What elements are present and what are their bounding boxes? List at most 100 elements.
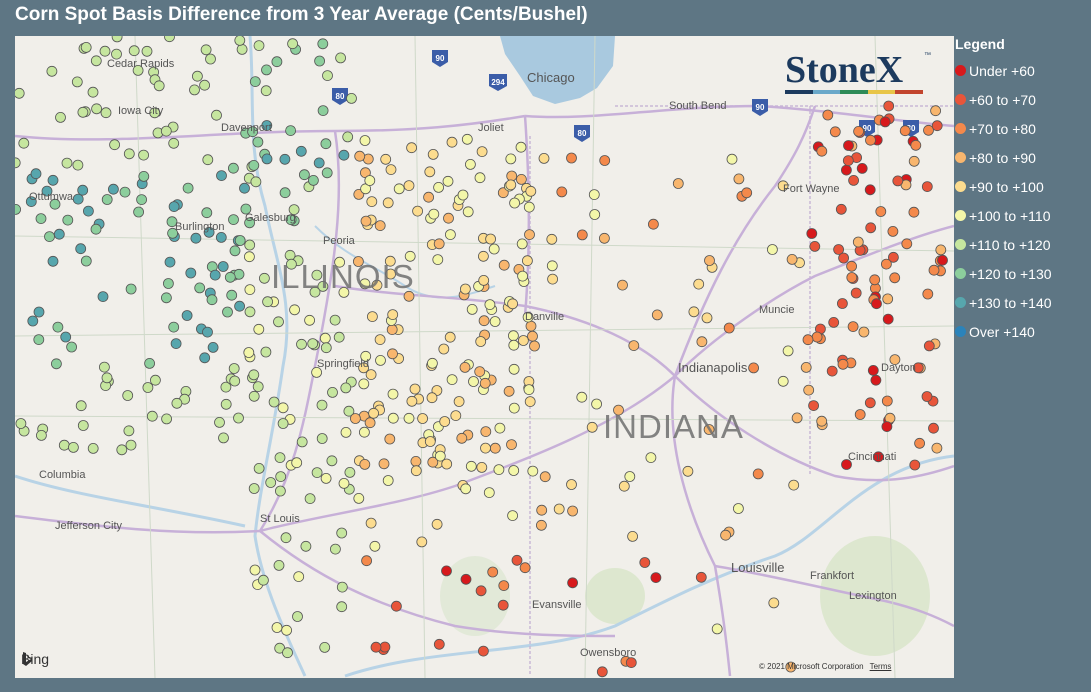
basis-marker[interactable]	[218, 432, 229, 444]
basis-marker[interactable]	[460, 573, 472, 585]
basis-marker[interactable]	[190, 232, 202, 244]
basis-marker[interactable]	[438, 343, 450, 355]
basis-marker[interactable]	[741, 187, 753, 199]
basis-marker[interactable]	[403, 180, 415, 192]
basis-marker[interactable]	[475, 585, 487, 597]
basis-marker[interactable]	[651, 309, 663, 321]
basis-marker[interactable]	[704, 255, 715, 266]
basis-marker[interactable]	[433, 181, 445, 193]
basis-marker[interactable]	[35, 213, 47, 225]
basis-marker[interactable]	[321, 167, 333, 179]
basis-marker[interactable]	[319, 332, 331, 344]
basis-marker[interactable]	[329, 543, 341, 555]
basis-marker[interactable]	[881, 421, 893, 433]
basis-marker[interactable]	[15, 157, 21, 169]
basis-marker[interactable]	[317, 38, 329, 50]
basis-marker[interactable]	[206, 294, 218, 306]
basis-marker[interactable]	[811, 331, 823, 343]
basis-marker[interactable]	[791, 412, 803, 424]
basis-marker[interactable]	[333, 331, 345, 343]
basis-marker[interactable]	[627, 530, 638, 542]
basis-marker[interactable]	[869, 274, 881, 286]
basis-marker[interactable]	[536, 504, 548, 516]
basis-marker[interactable]	[90, 223, 102, 235]
basis-marker[interactable]	[599, 155, 611, 166]
basis-marker[interactable]	[164, 256, 176, 268]
basis-marker[interactable]	[503, 385, 515, 397]
basis-marker[interactable]	[434, 450, 446, 462]
basis-marker[interactable]	[91, 103, 102, 115]
basis-marker[interactable]	[931, 120, 943, 132]
basis-marker[interactable]	[75, 400, 87, 412]
basis-marker[interactable]	[358, 426, 370, 438]
basis-marker[interactable]	[816, 145, 828, 157]
basis-marker[interactable]	[523, 384, 535, 396]
basis-marker[interactable]	[479, 377, 491, 389]
basis-marker[interactable]	[369, 540, 381, 552]
basis-marker[interactable]	[80, 41, 92, 53]
basis-marker[interactable]	[360, 215, 372, 227]
basis-marker[interactable]	[60, 331, 72, 343]
basis-marker[interactable]	[366, 196, 378, 208]
basis-marker[interactable]	[160, 125, 172, 137]
basis-marker[interactable]	[786, 253, 798, 265]
basis-marker[interactable]	[433, 638, 445, 650]
basis-marker[interactable]	[556, 186, 568, 198]
basis-marker[interactable]	[292, 611, 303, 622]
basis-marker[interactable]	[244, 306, 256, 318]
basis-marker[interactable]	[122, 390, 134, 401]
basis-marker[interactable]	[279, 187, 291, 199]
basis-marker[interactable]	[205, 53, 216, 65]
basis-marker[interactable]	[200, 44, 212, 56]
basis-marker[interactable]	[485, 233, 497, 245]
basis-marker[interactable]	[444, 331, 456, 343]
basis-marker[interactable]	[261, 153, 273, 165]
basis-marker[interactable]	[336, 527, 348, 539]
basis-marker[interactable]	[466, 303, 478, 315]
basis-marker[interactable]	[233, 412, 244, 424]
basis-marker[interactable]	[317, 105, 329, 116]
basis-marker[interactable]	[291, 457, 303, 469]
basis-marker[interactable]	[386, 324, 398, 336]
basis-marker[interactable]	[236, 43, 248, 55]
basis-marker[interactable]	[327, 386, 338, 398]
basis-marker[interactable]	[701, 312, 713, 324]
basis-marker[interactable]	[882, 293, 894, 305]
basis-marker[interactable]	[281, 624, 293, 636]
basis-marker[interactable]	[539, 471, 551, 483]
basis-marker[interactable]	[374, 334, 386, 346]
basis-marker[interactable]	[243, 251, 255, 263]
basis-marker[interactable]	[922, 288, 934, 300]
basis-marker[interactable]	[464, 158, 476, 170]
basis-marker[interactable]	[47, 174, 59, 186]
basis-marker[interactable]	[125, 283, 137, 295]
basis-marker[interactable]	[340, 382, 352, 394]
basis-marker[interactable]	[867, 364, 879, 376]
basis-marker[interactable]	[316, 433, 328, 444]
basis-marker[interactable]	[227, 162, 239, 174]
basis-marker[interactable]	[295, 145, 307, 157]
basis-marker[interactable]	[285, 125, 297, 136]
basis-marker[interactable]	[271, 56, 283, 68]
basis-marker[interactable]	[279, 153, 291, 165]
basis-marker[interactable]	[319, 642, 331, 653]
basis-marker[interactable]	[250, 176, 262, 188]
basis-marker[interactable]	[508, 339, 520, 351]
basis-marker[interactable]	[326, 455, 338, 467]
basis-marker[interactable]	[937, 254, 948, 266]
basis-marker[interactable]	[624, 471, 636, 482]
basis-marker[interactable]	[387, 309, 399, 321]
basis-marker[interactable]	[224, 271, 236, 283]
basis-marker[interactable]	[202, 326, 213, 338]
basis-marker[interactable]	[696, 336, 708, 348]
basis-marker[interactable]	[261, 64, 272, 76]
basis-marker[interactable]	[462, 206, 474, 218]
basis-marker[interactable]	[723, 322, 735, 334]
basis-marker[interactable]	[66, 341, 77, 353]
basis-marker[interactable]	[313, 157, 325, 169]
basis-marker[interactable]	[509, 197, 521, 209]
basis-marker[interactable]	[15, 87, 25, 99]
basis-marker[interactable]	[199, 79, 211, 91]
basis-marker[interactable]	[138, 149, 150, 161]
basis-marker[interactable]	[426, 392, 438, 404]
